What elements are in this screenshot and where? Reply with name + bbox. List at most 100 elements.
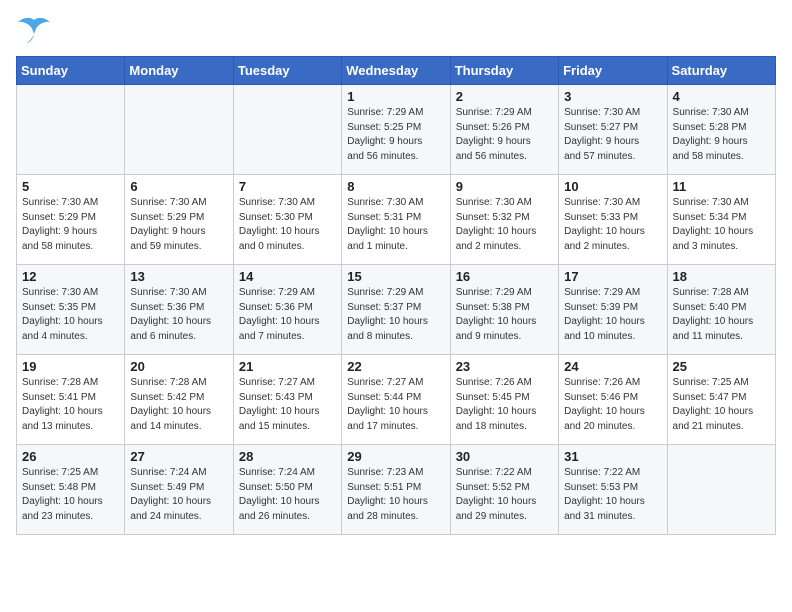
day-info: Sunrise: 7:29 AM Sunset: 5:25 PM Dayligh… <box>347 106 444 164</box>
day-number: 5 <box>22 179 119 194</box>
day-number: 19 <box>22 359 119 374</box>
calendar-cell: 10Sunrise: 7:30 AM Sunset: 5:33 PM Dayli… <box>559 175 667 265</box>
day-number: 11 <box>673 179 770 194</box>
calendar-cell: 29 Sunrise: 7:23 AM Sunset: 5:51 PM Dayli… <box>342 445 450 535</box>
day-info: Sunrise: 7:30 AM Sunset: 5:28 PM Dayligh… <box>673 106 770 164</box>
calendar-cell: 3 Sunrise: 7:30 AM Sunset: 5:27 PM Daylig… <box>559 85 667 175</box>
day-number: 1 <box>347 89 444 104</box>
calendar-cell: 14 Sunrise: 7:29 AM Sunset: 5:36 PM Dayli… <box>233 265 341 355</box>
calendar-cell: 16 Sunrise: 7:29 AM Sunset: 5:38 PM Dayli… <box>450 265 558 355</box>
day-info: Sunrise: 7:30 AM Sunset: 5:30 PM Dayligh… <box>239 196 336 254</box>
day-number: 30 <box>456 449 553 464</box>
calendar-cell: 31Sunrise: 7:22 AM Sunset: 5:53 PM Dayli… <box>559 445 667 535</box>
day-info: Sunrise: 7:30 AM Sunset: 5:34 PM Dayligh… <box>673 196 770 254</box>
weekday-header: Sunday <box>17 57 125 85</box>
calendar-cell: 22 Sunrise: 7:27 AM Sunset: 5:44 PM Dayli… <box>342 355 450 445</box>
day-number: 17 <box>564 269 661 284</box>
day-number: 8 <box>347 179 444 194</box>
weekday-header: Friday <box>559 57 667 85</box>
day-info: Sunrise: 7:26 AM Sunset: 5:45 PM Dayligh… <box>456 376 553 434</box>
day-info: Sunrise: 7:30 AM Sunset: 5:31 PM Dayligh… <box>347 196 444 254</box>
day-info: Sunrise: 7:28 AM Sunset: 5:41 PM Dayligh… <box>22 376 119 434</box>
day-info: Sunrise: 7:30 AM Sunset: 5:32 PM Dayligh… <box>456 196 553 254</box>
day-number: 26 <box>22 449 119 464</box>
calendar-cell: 5 Sunrise: 7:30 AM Sunset: 5:29 PM Daylig… <box>17 175 125 265</box>
weekday-header: Wednesday <box>342 57 450 85</box>
weekday-header: Thursday <box>450 57 558 85</box>
day-info: Sunrise: 7:30 AM Sunset: 5:36 PM Dayligh… <box>130 286 227 344</box>
calendar-cell: 18Sunrise: 7:28 AM Sunset: 5:40 PM Dayli… <box>667 265 775 355</box>
day-info: Sunrise: 7:29 AM Sunset: 5:37 PM Dayligh… <box>347 286 444 344</box>
day-info: Sunrise: 7:29 AM Sunset: 5:38 PM Dayligh… <box>456 286 553 344</box>
calendar-cell: 7 Sunrise: 7:30 AM Sunset: 5:30 PM Daylig… <box>233 175 341 265</box>
day-number: 10 <box>564 179 661 194</box>
day-number: 22 <box>347 359 444 374</box>
day-number: 16 <box>456 269 553 284</box>
calendar-cell: 4 Sunrise: 7:30 AM Sunset: 5:28 PM Daylig… <box>667 85 775 175</box>
day-number: 29 <box>347 449 444 464</box>
day-number: 27 <box>130 449 227 464</box>
day-number: 13 <box>130 269 227 284</box>
calendar-cell: 21 Sunrise: 7:27 AM Sunset: 5:43 PM Dayli… <box>233 355 341 445</box>
calendar-cell: 27 Sunrise: 7:24 AM Sunset: 5:49 PM Dayli… <box>125 445 233 535</box>
calendar-cell: 20 Sunrise: 7:28 AM Sunset: 5:42 PM Dayli… <box>125 355 233 445</box>
day-info: Sunrise: 7:29 AM Sunset: 5:39 PM Dayligh… <box>564 286 661 344</box>
day-info: Sunrise: 7:30 AM Sunset: 5:27 PM Dayligh… <box>564 106 661 164</box>
day-number: 9 <box>456 179 553 194</box>
calendar-cell: 12 Sunrise: 7:30 AM Sunset: 5:35 PM Dayli… <box>17 265 125 355</box>
calendar-cell <box>233 85 341 175</box>
day-number: 21 <box>239 359 336 374</box>
day-info: Sunrise: 7:28 AM Sunset: 5:42 PM Dayligh… <box>130 376 227 434</box>
day-number: 4 <box>673 89 770 104</box>
day-info: Sunrise: 7:30 AM Sunset: 5:29 PM Dayligh… <box>130 196 227 254</box>
day-number: 23 <box>456 359 553 374</box>
weekday-header: Saturday <box>667 57 775 85</box>
day-info: Sunrise: 7:24 AM Sunset: 5:49 PM Dayligh… <box>130 466 227 524</box>
day-number: 3 <box>564 89 661 104</box>
day-info: Sunrise: 7:27 AM Sunset: 5:43 PM Dayligh… <box>239 376 336 434</box>
calendar-cell: 19 Sunrise: 7:28 AM Sunset: 5:41 PM Dayli… <box>17 355 125 445</box>
calendar-cell: 24Sunrise: 7:26 AM Sunset: 5:46 PM Dayli… <box>559 355 667 445</box>
calendar-cell: 28Sunrise: 7:24 AM Sunset: 5:50 PM Dayli… <box>233 445 341 535</box>
calendar-table: SundayMondayTuesdayWednesdayThursdayFrid… <box>16 56 776 535</box>
day-number: 12 <box>22 269 119 284</box>
day-info: Sunrise: 7:29 AM Sunset: 5:26 PM Dayligh… <box>456 106 553 164</box>
day-number: 6 <box>130 179 227 194</box>
calendar-cell: 9 Sunrise: 7:30 AM Sunset: 5:32 PM Daylig… <box>450 175 558 265</box>
calendar-cell: 17 Sunrise: 7:29 AM Sunset: 5:39 PM Dayli… <box>559 265 667 355</box>
day-info: Sunrise: 7:25 AM Sunset: 5:48 PM Dayligh… <box>22 466 119 524</box>
day-number: 18 <box>673 269 770 284</box>
calendar-cell <box>17 85 125 175</box>
calendar-cell: 1 Sunrise: 7:29 AM Sunset: 5:25 PM Daylig… <box>342 85 450 175</box>
day-info: Sunrise: 7:22 AM Sunset: 5:53 PM Dayligh… <box>564 466 661 524</box>
day-info: Sunrise: 7:29 AM Sunset: 5:36 PM Dayligh… <box>239 286 336 344</box>
weekday-header: Tuesday <box>233 57 341 85</box>
day-info: Sunrise: 7:25 AM Sunset: 5:47 PM Dayligh… <box>673 376 770 434</box>
calendar-cell: 2 Sunrise: 7:29 AM Sunset: 5:26 PM Daylig… <box>450 85 558 175</box>
day-info: Sunrise: 7:23 AM Sunset: 5:51 PM Dayligh… <box>347 466 444 524</box>
day-info: Sunrise: 7:26 AM Sunset: 5:46 PM Dayligh… <box>564 376 661 434</box>
day-number: 28 <box>239 449 336 464</box>
day-info: Sunrise: 7:30 AM Sunset: 5:35 PM Dayligh… <box>22 286 119 344</box>
calendar-cell: 15 Sunrise: 7:29 AM Sunset: 5:37 PM Dayli… <box>342 265 450 355</box>
calendar-cell: 6 Sunrise: 7:30 AM Sunset: 5:29 PM Daylig… <box>125 175 233 265</box>
calendar-cell: 26 Sunrise: 7:25 AM Sunset: 5:48 PM Dayli… <box>17 445 125 535</box>
logo <box>16 16 56 44</box>
calendar-cell: 11 Sunrise: 7:30 AM Sunset: 5:34 PM Dayli… <box>667 175 775 265</box>
day-number: 15 <box>347 269 444 284</box>
weekday-header: Monday <box>125 57 233 85</box>
calendar-cell: 30Sunrise: 7:22 AM Sunset: 5:52 PM Dayli… <box>450 445 558 535</box>
calendar-cell: 23 Sunrise: 7:26 AM Sunset: 5:45 PM Dayli… <box>450 355 558 445</box>
calendar-cell: 25 Sunrise: 7:25 AM Sunset: 5:47 PM Dayli… <box>667 355 775 445</box>
calendar-cell: 8 Sunrise: 7:30 AM Sunset: 5:31 PM Daylig… <box>342 175 450 265</box>
calendar-cell <box>125 85 233 175</box>
day-number: 7 <box>239 179 336 194</box>
calendar-cell: 13 Sunrise: 7:30 AM Sunset: 5:36 PM Dayli… <box>125 265 233 355</box>
day-info: Sunrise: 7:27 AM Sunset: 5:44 PM Dayligh… <box>347 376 444 434</box>
day-number: 2 <box>456 89 553 104</box>
day-info: Sunrise: 7:30 AM Sunset: 5:29 PM Dayligh… <box>22 196 119 254</box>
page-header <box>16 16 776 44</box>
day-number: 20 <box>130 359 227 374</box>
day-number: 14 <box>239 269 336 284</box>
day-number: 25 <box>673 359 770 374</box>
